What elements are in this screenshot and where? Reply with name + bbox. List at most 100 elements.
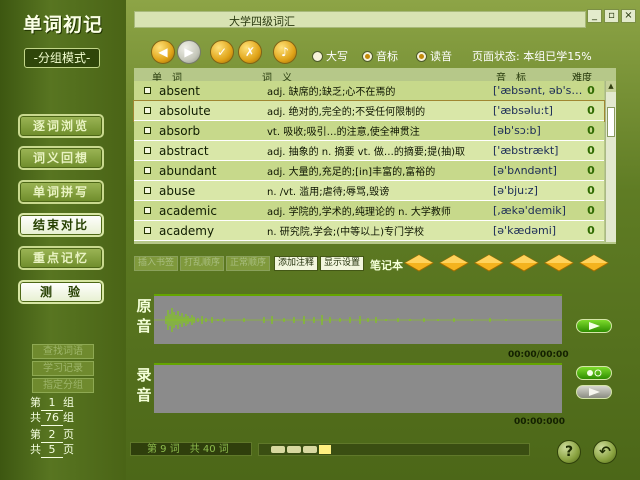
restore-button[interactable]: ▫ <box>604 9 619 23</box>
row-difficulty: 0 <box>587 204 595 217</box>
note-diamond-icon[interactable] <box>404 254 434 272</box>
row-difficulty: 0 <box>587 124 595 137</box>
recording-time: 00:00:000 <box>514 417 566 427</box>
recording-panel: 录音 <box>134 363 562 421</box>
row-checkbox[interactable] <box>144 187 151 194</box>
next-icon[interactable]: ▶ <box>177 40 201 64</box>
note-diamond-icon[interactable] <box>579 254 609 272</box>
prev-icon[interactable]: ◀ <box>151 40 175 64</box>
window-title: 大学四级词汇 <box>229 15 295 28</box>
table-row[interactable]: abstract adj. 抽象的 n. 摘要 vt. 做…的摘要;提(抽)取 ['… <box>134 141 604 161</box>
mode-selector[interactable]: -分组模式- <box>24 48 100 68</box>
total-groups-suffix: 组 <box>63 411 74 424</box>
group-value[interactable]: 1 <box>41 396 63 411</box>
phonetic-option[interactable]: 音标 <box>362 48 398 64</box>
add-note-button[interactable]: 添加注释 <box>274 256 319 271</box>
compare-button[interactable]: 结束对比 <box>18 213 104 237</box>
row-meaning: adj. 抽象的 n. 摘要 vt. 做…的摘要;提(抽)取 <box>267 147 466 158</box>
word-counter: 第 9 词 共 40 词 <box>130 442 252 456</box>
row-checkbox[interactable] <box>144 147 151 154</box>
pronounce-radio[interactable] <box>416 50 427 62</box>
row-word: academy <box>159 223 215 238</box>
word-table: 单 词 词 义 音 标 难度 absent adj. 缺席的;缺乏;心不在焉的 ['… <box>133 68 616 244</box>
row-phonetic: [ə'kædəmi] <box>493 224 557 237</box>
row-difficulty: 0 <box>587 84 595 97</box>
note-diamond-icon[interactable] <box>439 254 469 272</box>
scroll-up-icon[interactable]: ▲ <box>606 81 616 92</box>
note-diamond-icon[interactable] <box>509 254 539 272</box>
phonetic-label: 音标 <box>376 50 398 63</box>
focus-memory-button[interactable]: 重点记忆 <box>18 246 104 270</box>
table-row[interactable]: academic adj. 学院的,学术的,纯理论的 n. 大学教师 [,ækə'd… <box>134 201 604 221</box>
normal-order-button[interactable]: 正常顺序 <box>226 256 271 271</box>
uppercase-radio[interactable] <box>312 50 323 62</box>
thumb-up-icon[interactable]: ✓ <box>210 40 234 64</box>
table-row[interactable]: abundant adj. 大量的,充足的;[in]丰富的,富裕的 [ə'bʌndə… <box>134 161 604 181</box>
row-checkbox[interactable] <box>144 127 151 134</box>
play-icon <box>589 322 600 330</box>
note-diamond-icon[interactable] <box>544 254 574 272</box>
row-phonetic: ['æbsəlu:t] <box>493 104 553 117</box>
row-checkbox[interactable] <box>144 87 151 94</box>
study-record-button[interactable]: 学习记录 <box>32 361 94 376</box>
progress-strip-graphic <box>271 445 331 454</box>
row-meaning: n. 研究院,学会;(中等以上)专门学校 <box>267 227 425 238</box>
row-word: absolute <box>159 103 211 118</box>
find-word-button[interactable]: 查找词语 <box>32 344 94 359</box>
spell-words-button[interactable]: 单词拼写 <box>18 180 104 204</box>
shuffle-button[interactable]: 打乱顺序 <box>180 256 225 271</box>
left-panel: 单词初记 -分组模式- 逐词浏览 词义回想 单词拼写 结束对比 重点记忆 测 验… <box>0 0 126 480</box>
total-pages-suffix: 页 <box>63 443 74 456</box>
app-title: 单词初记 <box>22 14 103 36</box>
back-icon[interactable]: ↶ <box>593 440 617 464</box>
close-button[interactable]: × <box>621 9 636 23</box>
speaker-icon[interactable]: ♪ <box>273 40 297 64</box>
app-window: 单词初记 -分组模式- 逐词浏览 词义回想 单词拼写 结束对比 重点记忆 测 验… <box>0 0 640 480</box>
group-pager: 第1组 共 76 组 <box>30 396 92 426</box>
table-row[interactable]: academy n. 研究院,学会;(中等以上)专门学校 [ə'kædəmi] 0 <box>134 221 604 241</box>
table-row[interactable]: absorb vt. 吸收;吸引…的注意,使全神贯注 [əb'sɔ:b] 0 <box>134 121 604 141</box>
row-meaning: adj. 缺席的;缺乏;心不在焉的 <box>267 87 396 98</box>
table-row[interactable]: absent adj. 缺席的;缺乏;心不在焉的 ['æbsənt, əb's… 0 <box>134 81 604 101</box>
row-meaning: vt. 吸收;吸引…的注意,使全神贯注 <box>267 127 420 138</box>
row-meaning: adj. 大量的,充足的;[in]丰富的,富裕的 <box>267 167 436 178</box>
row-phonetic: ['æbsənt, əb's… <box>493 84 583 97</box>
pronounce-option[interactable]: 读音 <box>416 48 452 64</box>
total-groups-value: 76 <box>41 411 63 426</box>
help-icon[interactable]: ? <box>557 440 581 464</box>
play-recording-button[interactable] <box>576 385 612 399</box>
row-difficulty: 0 <box>587 164 595 177</box>
row-word: absent <box>159 83 200 98</box>
display-settings-button[interactable]: 显示设置 <box>320 256 365 271</box>
phonetic-radio[interactable] <box>362 50 373 62</box>
table-row[interactable]: abuse n. /vt. 滥用;虐待;辱骂,毁谤 [ə'bju:z] 0 <box>134 181 604 201</box>
row-checkbox[interactable] <box>144 107 151 114</box>
uppercase-option[interactable]: 大写 <box>312 48 348 64</box>
scroll-thumb[interactable] <box>607 107 615 137</box>
table-row[interactable]: absolute adj. 绝对的,完全的;不受任何限制的 ['æbsəlu:t] 0 <box>133 100 605 122</box>
total-groups-prefix: 共 <box>30 411 41 424</box>
select-group-button[interactable]: 指定分组 <box>32 378 94 393</box>
recording-waveform <box>154 363 562 413</box>
page-prefix: 第 <box>30 428 41 441</box>
browse-words-button[interactable]: 逐词浏览 <box>18 114 104 138</box>
word-scrollbar[interactable]: ▲ <box>605 81 616 242</box>
progress-strip <box>258 443 530 456</box>
row-checkbox[interactable] <box>144 207 151 214</box>
row-checkbox[interactable] <box>144 167 151 174</box>
row-checkbox[interactable] <box>144 227 151 234</box>
word-rows: absent adj. 缺席的;缺乏;心不在焉的 ['æbsənt, əb's… 0 … <box>133 81 605 241</box>
play-original-button[interactable] <box>576 319 612 333</box>
row-phonetic: [ə'bʌndənt] <box>493 164 557 177</box>
title-bar: 大学四级词汇 <box>134 11 586 28</box>
minimize-button[interactable]: _ <box>587 9 602 23</box>
insert-bookmark-button[interactable]: 插入书签 <box>134 256 179 271</box>
quiz-button[interactable]: 测 验 <box>18 280 104 304</box>
page-value[interactable]: 2 <box>41 428 63 443</box>
record-button[interactable] <box>576 366 612 380</box>
row-meaning: adj. 绝对的,完全的;不受任何限制的 <box>267 107 426 118</box>
note-diamond-icon[interactable] <box>474 254 504 272</box>
original-audio-panel: 原音 <box>134 294 562 352</box>
thumb-down-icon[interactable]: ✗ <box>238 40 262 64</box>
recall-meaning-button[interactable]: 词义回想 <box>18 146 104 170</box>
